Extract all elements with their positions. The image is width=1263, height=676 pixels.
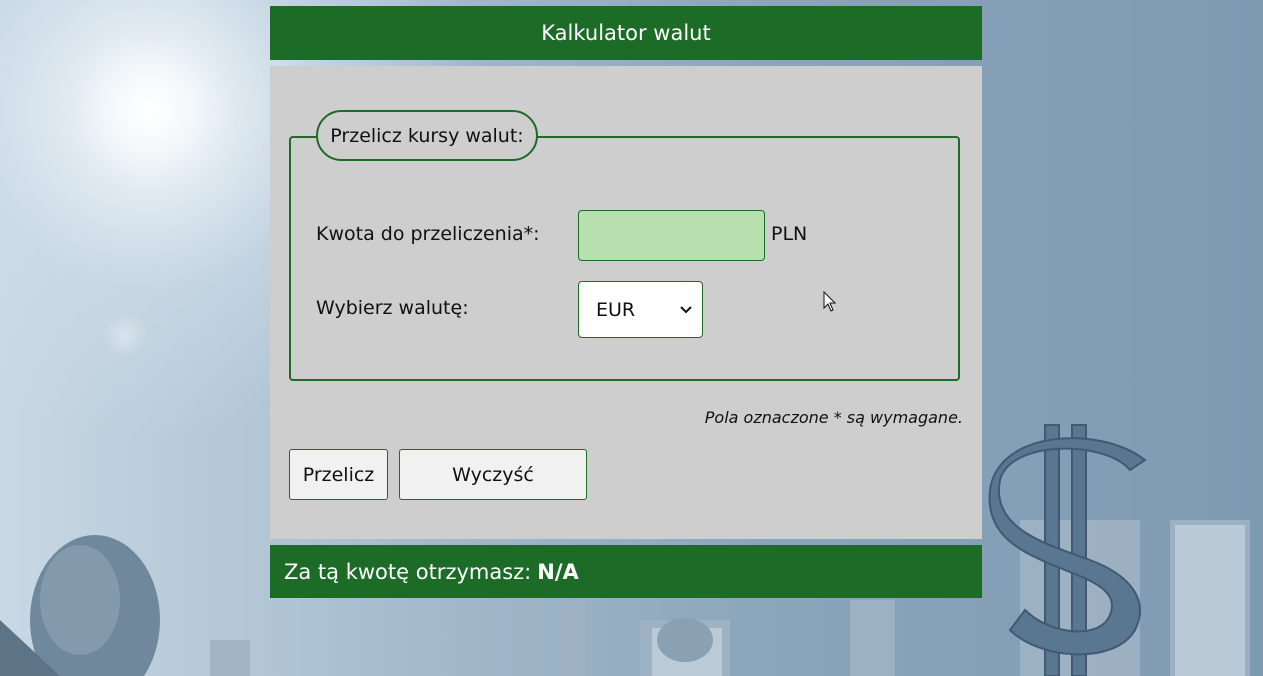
result-bar: Za tą kwotę otrzymasz: N/A <box>270 545 982 598</box>
result-label: Za tą kwotę otrzymasz: <box>284 559 532 584</box>
calculate-button[interactable]: Przelicz <box>289 449 388 500</box>
fieldset-legend: Przelicz kursy walut: <box>316 110 538 161</box>
calculate-button-label: Przelicz <box>302 463 375 486</box>
app-header: Kalkulator walut <box>270 6 982 60</box>
clear-button-label: Wyczyść <box>452 463 534 486</box>
currency-label: Wybierz walutę: <box>316 297 469 319</box>
clear-button[interactable]: Wyczyść <box>399 449 587 500</box>
page-title: Kalkulator walut <box>541 21 711 45</box>
amount-input[interactable] <box>578 210 765 261</box>
currency-select[interactable]: EUR <box>578 281 703 338</box>
currency-selected-value: EUR <box>596 298 636 321</box>
amount-unit: PLN <box>771 223 808 245</box>
result-value: N/A <box>537 559 579 584</box>
legend-text: Przelicz kursy walut: <box>330 124 524 147</box>
form-panel: Przelicz kursy walut: Kwota do przelicze… <box>270 66 982 539</box>
mouse-cursor-icon <box>823 291 837 312</box>
required-fields-note: Pola oznaczone * są wymagane. <box>704 408 963 427</box>
chevron-down-icon <box>680 305 692 313</box>
currency-calculator: Kalkulator walut Przelicz kursy walut: K… <box>270 6 982 598</box>
amount-label: Kwota do przeliczenia*: <box>316 223 540 245</box>
